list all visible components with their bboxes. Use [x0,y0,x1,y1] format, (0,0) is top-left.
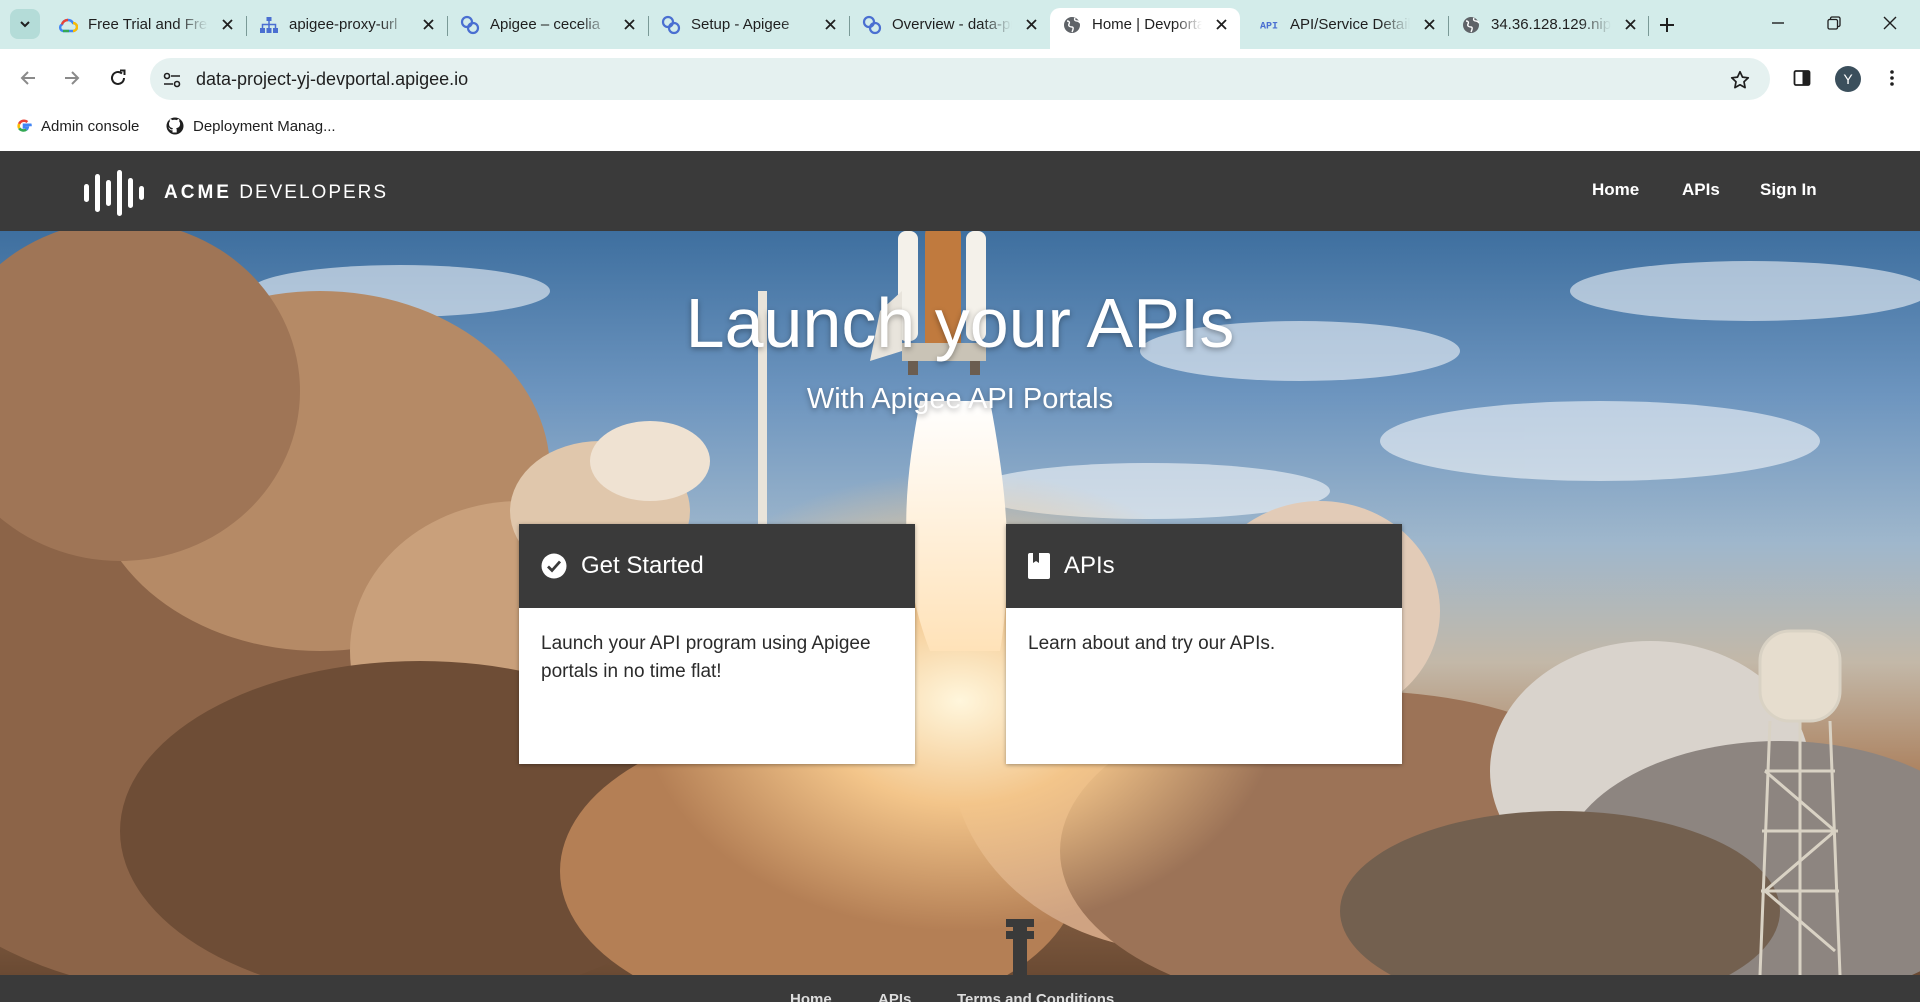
close-icon[interactable] [1420,16,1438,34]
close-icon[interactable] [1621,16,1639,34]
nav-home[interactable]: Home [1592,180,1639,200]
bookmark-star-icon[interactable] [1727,67,1753,93]
close-icon[interactable] [218,16,236,34]
tab-search-button[interactable] [10,9,40,39]
tab-title: apigee-proxy-url [289,16,398,33]
url-text[interactable]: data-project-yj-devportal.apigee.io [196,69,468,90]
tab-title: 34.36.128.129.nip.io [1491,16,1611,33]
arrow-left-icon [20,71,35,85]
browser-tab[interactable]: API API/Service Details [1248,8,1448,41]
globe-icon [1461,15,1481,35]
arrow-right-icon [65,71,80,85]
brand-logo[interactable]: ACME DEVELOPERS [82,170,388,216]
tab-title: Overview - data-project [892,16,1012,33]
browser-tab[interactable]: 34.36.128.129.nip.io [1449,8,1649,41]
bookmark-label: Deployment Manag... [193,117,336,135]
tab-title: Free Trial and Free Tier Services and Pr… [88,16,208,33]
card-header: APIs [1006,524,1402,608]
footer-link-terms[interactable]: Terms and Conditions [957,991,1114,1002]
card-title: APIs [1064,552,1115,579]
browser-tab[interactable]: Overview - data-project [850,8,1050,41]
browser-tab[interactable]: Apigee – cecelia [448,8,648,41]
nav-apis[interactable]: APIs [1682,180,1720,200]
chevron-down-icon [20,21,30,28]
footer-link-home[interactable]: Home [790,991,832,1002]
browser-tab[interactable]: Setup - Apigee [649,8,849,41]
card-apis[interactable]: APIs Learn about and try our APIs. [1006,524,1402,764]
soundwave-logo-icon [84,170,144,216]
hero-title: Launch your APIs [685,284,1235,362]
restore-button[interactable] [1806,0,1862,46]
svg-text:API: API [1260,21,1278,31]
reload-icon [111,69,126,85]
google-cloud-icon [58,15,78,35]
globe-icon [1062,15,1082,35]
browser-tab[interactable]: apigee-proxy-url [247,8,447,41]
plus-icon [1660,18,1674,32]
bookmark-admin-console[interactable]: Admin console [16,113,139,139]
profile-avatar[interactable]: Y [1835,66,1861,92]
close-icon[interactable] [620,16,638,34]
new-tab-button[interactable] [1652,10,1682,40]
google-g-icon [16,118,32,134]
side-panel-icon [1793,70,1811,86]
github-icon [166,117,184,135]
close-icon[interactable] [821,16,839,34]
brand-name-bold: ACME [164,182,232,203]
back-button[interactable] [10,60,46,96]
apigee-icon [460,15,480,35]
card-get-started[interactable]: Get Started Launch your API program usin… [519,524,915,764]
brand-name-rest: DEVELOPERS [231,182,389,203]
card-description: Launch your API program using Apigee por… [541,633,871,682]
tab-title: API/Service Details [1290,16,1410,33]
close-icon[interactable] [1212,16,1230,34]
close-icon[interactable] [1022,16,1040,34]
close-icon [1883,16,1897,30]
apigee-icon [661,15,681,35]
close-icon[interactable] [419,16,437,34]
card-description: Learn about and try our APIs. [1028,633,1276,654]
reload-button[interactable] [100,60,136,96]
bookmark-label: Admin console [41,117,140,135]
tab-title: Apigee – cecelia [490,16,601,33]
minimize-button[interactable] [1750,0,1806,46]
check-circle-icon [541,553,567,579]
card-title: Get Started [581,552,704,579]
close-window-button[interactable] [1862,0,1918,46]
tab-separator [1648,16,1649,36]
site-info-icon[interactable] [162,70,182,90]
forward-button[interactable] [54,60,90,96]
tab-title: Home | Devportal [1092,16,1202,33]
card-header: Get Started [519,524,915,608]
browser-tab-active[interactable]: Home | Devportal [1050,8,1240,49]
footer-link-apis[interactable]: APIs [878,991,911,1002]
hero-subtitle: With Apigee API Portals [806,383,1114,415]
restore-icon [1827,16,1841,30]
kebab-menu-icon [1890,70,1894,86]
apigee-icon [862,15,882,35]
book-icon [1028,553,1050,579]
menu-button[interactable] [1874,60,1910,96]
nav-sign-in[interactable]: Sign In [1760,180,1817,200]
tab-title: Setup - Apigee [691,16,790,33]
api-icon: API [1260,15,1280,35]
bookmark-deployment-manager[interactable]: Deployment Manag... [166,113,336,139]
minimize-icon [1772,22,1784,24]
side-panel-button[interactable] [1784,60,1820,96]
brand-name: ACME DEVELOPERS [164,182,388,204]
browser-tab[interactable]: Free Trial and Free Tier Services and Pr… [46,8,246,41]
sitemap-icon [259,15,279,35]
